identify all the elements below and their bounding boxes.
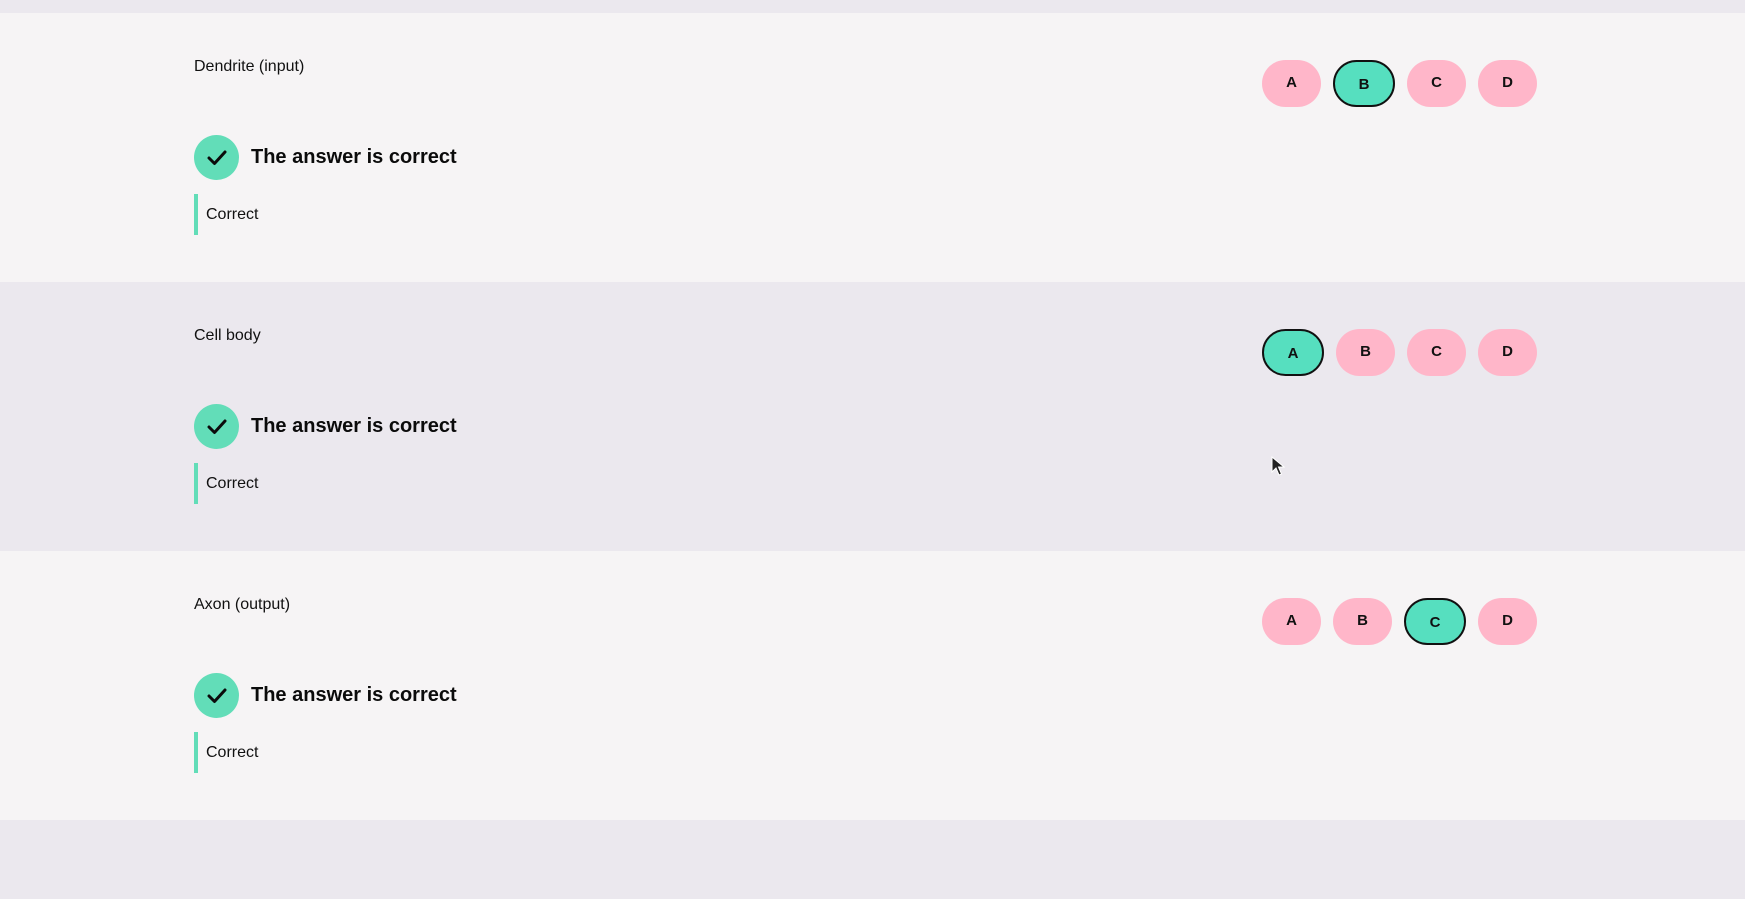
feedback-text: Correct: [194, 463, 258, 504]
option-a-button[interactable]: A: [1262, 329, 1324, 376]
result-text: The answer is correct: [251, 684, 457, 706]
option-d-button[interactable]: D: [1478, 60, 1537, 107]
mouse-pointer-icon: [1271, 455, 1286, 481]
check-icon: [194, 404, 239, 449]
question-row-1: Dendrite (input) The answer is correct C…: [0, 13, 1745, 282]
feedback-text: Correct: [194, 194, 258, 235]
answer-options: A B C D: [1262, 329, 1537, 376]
option-a-button[interactable]: A: [1262, 60, 1321, 107]
feedback-text: Correct: [194, 732, 258, 773]
option-c-button[interactable]: C: [1404, 598, 1466, 645]
result-status: The answer is correct: [194, 135, 457, 180]
question-label: Dendrite (input): [194, 58, 305, 75]
option-d-button[interactable]: D: [1478, 598, 1537, 645]
option-b-button[interactable]: B: [1336, 329, 1395, 376]
question-label: Axon (output): [194, 596, 291, 613]
result-status: The answer is correct: [194, 673, 457, 718]
answer-options: A B C D: [1262, 598, 1537, 645]
result-text: The answer is correct: [251, 415, 457, 437]
option-c-button[interactable]: C: [1407, 329, 1466, 376]
question-row-2: Cell body The answer is correct Correct …: [0, 282, 1745, 551]
answer-options: A B C D: [1262, 60, 1537, 107]
option-a-button[interactable]: A: [1262, 598, 1321, 645]
option-d-button[interactable]: D: [1478, 329, 1537, 376]
option-b-button[interactable]: B: [1333, 60, 1395, 107]
question-label: Cell body: [194, 327, 261, 344]
result-text: The answer is correct: [251, 146, 457, 168]
option-c-button[interactable]: C: [1407, 60, 1466, 107]
check-icon: [194, 135, 239, 180]
top-strip: [0, 0, 1745, 13]
option-b-button[interactable]: B: [1333, 598, 1392, 645]
check-icon: [194, 673, 239, 718]
result-status: The answer is correct: [194, 404, 457, 449]
question-row-3: Axon (output) The answer is correct Corr…: [0, 551, 1745, 820]
